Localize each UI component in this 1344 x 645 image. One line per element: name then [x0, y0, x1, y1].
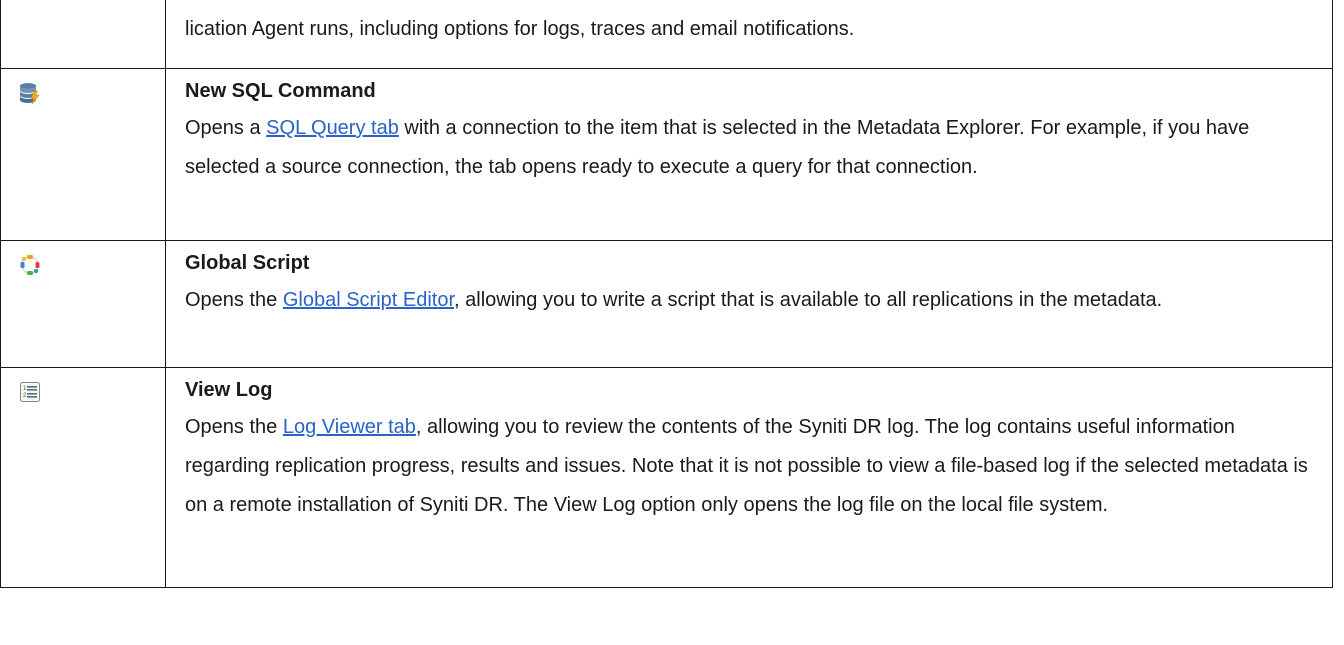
table-row: Global Script Opens the Global Script Ed…	[0, 240, 1333, 368]
sql-query-tab-link[interactable]: SQL Query tab	[266, 117, 399, 139]
global-script-icon	[20, 255, 40, 275]
icon-cell-empty	[0, 0, 166, 69]
global-script-editor-link[interactable]: Global Script Editor	[283, 289, 454, 311]
table-row: lication Agent runs, including options f…	[0, 0, 1333, 69]
continued-description: lication Agent runs, including options f…	[165, 0, 1333, 69]
entry-description: Opens the Global Script Editor, allowing…	[185, 281, 1312, 320]
entry-description: Opens a SQL Query tab with a connection …	[185, 109, 1312, 187]
entry-title: Global Script	[185, 252, 310, 274]
desc-text: Opens the	[185, 416, 283, 438]
desc-text: Opens the	[185, 289, 283, 311]
table-row: 1 2 View Log Opens the Log Viewer tab, a…	[0, 367, 1333, 588]
entry-cell-new-sql-command: New SQL Command Opens a SQL Query tab wi…	[165, 68, 1333, 241]
table-row: New SQL Command Opens a SQL Query tab wi…	[0, 68, 1333, 241]
entry-title: New SQL Command	[185, 80, 376, 102]
command-reference-table: lication Agent runs, including options f…	[0, 0, 1333, 588]
icon-cell	[0, 240, 166, 368]
database-lightning-icon	[20, 83, 40, 105]
log-viewer-tab-link[interactable]: Log Viewer tab	[283, 416, 416, 438]
desc-text: , allowing you to write a script that is…	[454, 289, 1163, 311]
entry-description: Opens the Log Viewer tab, allowing you t…	[185, 408, 1312, 525]
numbered-list-icon: 1 2	[20, 382, 40, 402]
icon-cell	[0, 68, 166, 241]
entry-title: View Log	[185, 379, 273, 401]
entry-cell-global-script: Global Script Opens the Global Script Ed…	[165, 240, 1333, 368]
desc-text: Opens a	[185, 117, 267, 139]
entry-cell-view-log: View Log Opens the Log Viewer tab, allow…	[165, 367, 1333, 588]
icon-cell: 1 2	[0, 367, 166, 588]
